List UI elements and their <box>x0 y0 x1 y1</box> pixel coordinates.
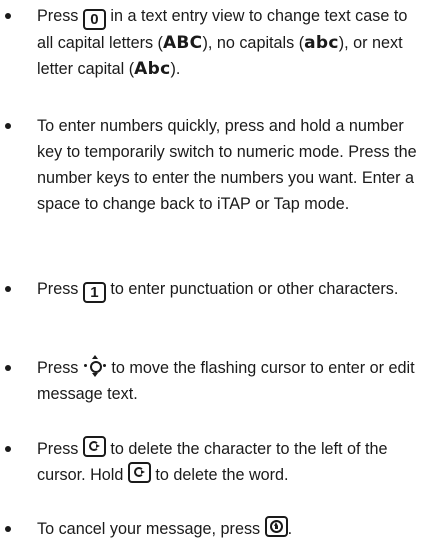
tip-text: Press <box>37 359 83 377</box>
bullet <box>5 13 11 19</box>
tip-text: ), no capitals ( <box>202 34 305 52</box>
case-upper-label: ABC <box>162 33 203 53</box>
clear-key-icon <box>127 462 151 483</box>
navigation-key-icon <box>83 355 107 377</box>
bullet <box>5 123 11 129</box>
tip-text: to delete the word. <box>150 466 289 484</box>
tip-text: Press <box>37 440 83 458</box>
tip-text: ). <box>170 60 181 78</box>
tip-text: To enter numbers quickly, press and hold… <box>37 117 417 213</box>
tip-numeric-mode: To enter numbers quickly, press and hold… <box>0 113 428 217</box>
bullet <box>5 526 11 532</box>
tip-cursor: Press to move the flashing cursor to ent… <box>0 355 428 407</box>
tip-text-case: Press 0 in a text entry view to change t… <box>0 3 428 82</box>
case-title-label: Abc <box>134 59 171 79</box>
tip-delete: Press to delete the character to the lef… <box>0 436 428 488</box>
end-key-icon <box>264 516 288 537</box>
tip-text: to enter punctuation or other characters… <box>105 280 399 298</box>
tip-cancel: To cancel your message, press . <box>0 516 428 542</box>
bullet <box>5 286 11 292</box>
tip-text: . <box>287 520 293 538</box>
tip-text: To cancel your message, press <box>37 520 265 538</box>
tip-text: Press <box>37 280 83 298</box>
tip-text: Press <box>37 7 83 25</box>
bullet <box>5 446 11 452</box>
number-1-key-icon: 1 <box>82 282 106 303</box>
case-lower-label: abc <box>304 33 339 53</box>
tip-punctuation: Press 1 to enter punctuation or other ch… <box>0 276 428 303</box>
bullet <box>5 365 11 371</box>
zero-key-icon: 0 <box>82 9 106 30</box>
clear-key-icon <box>82 436 106 457</box>
